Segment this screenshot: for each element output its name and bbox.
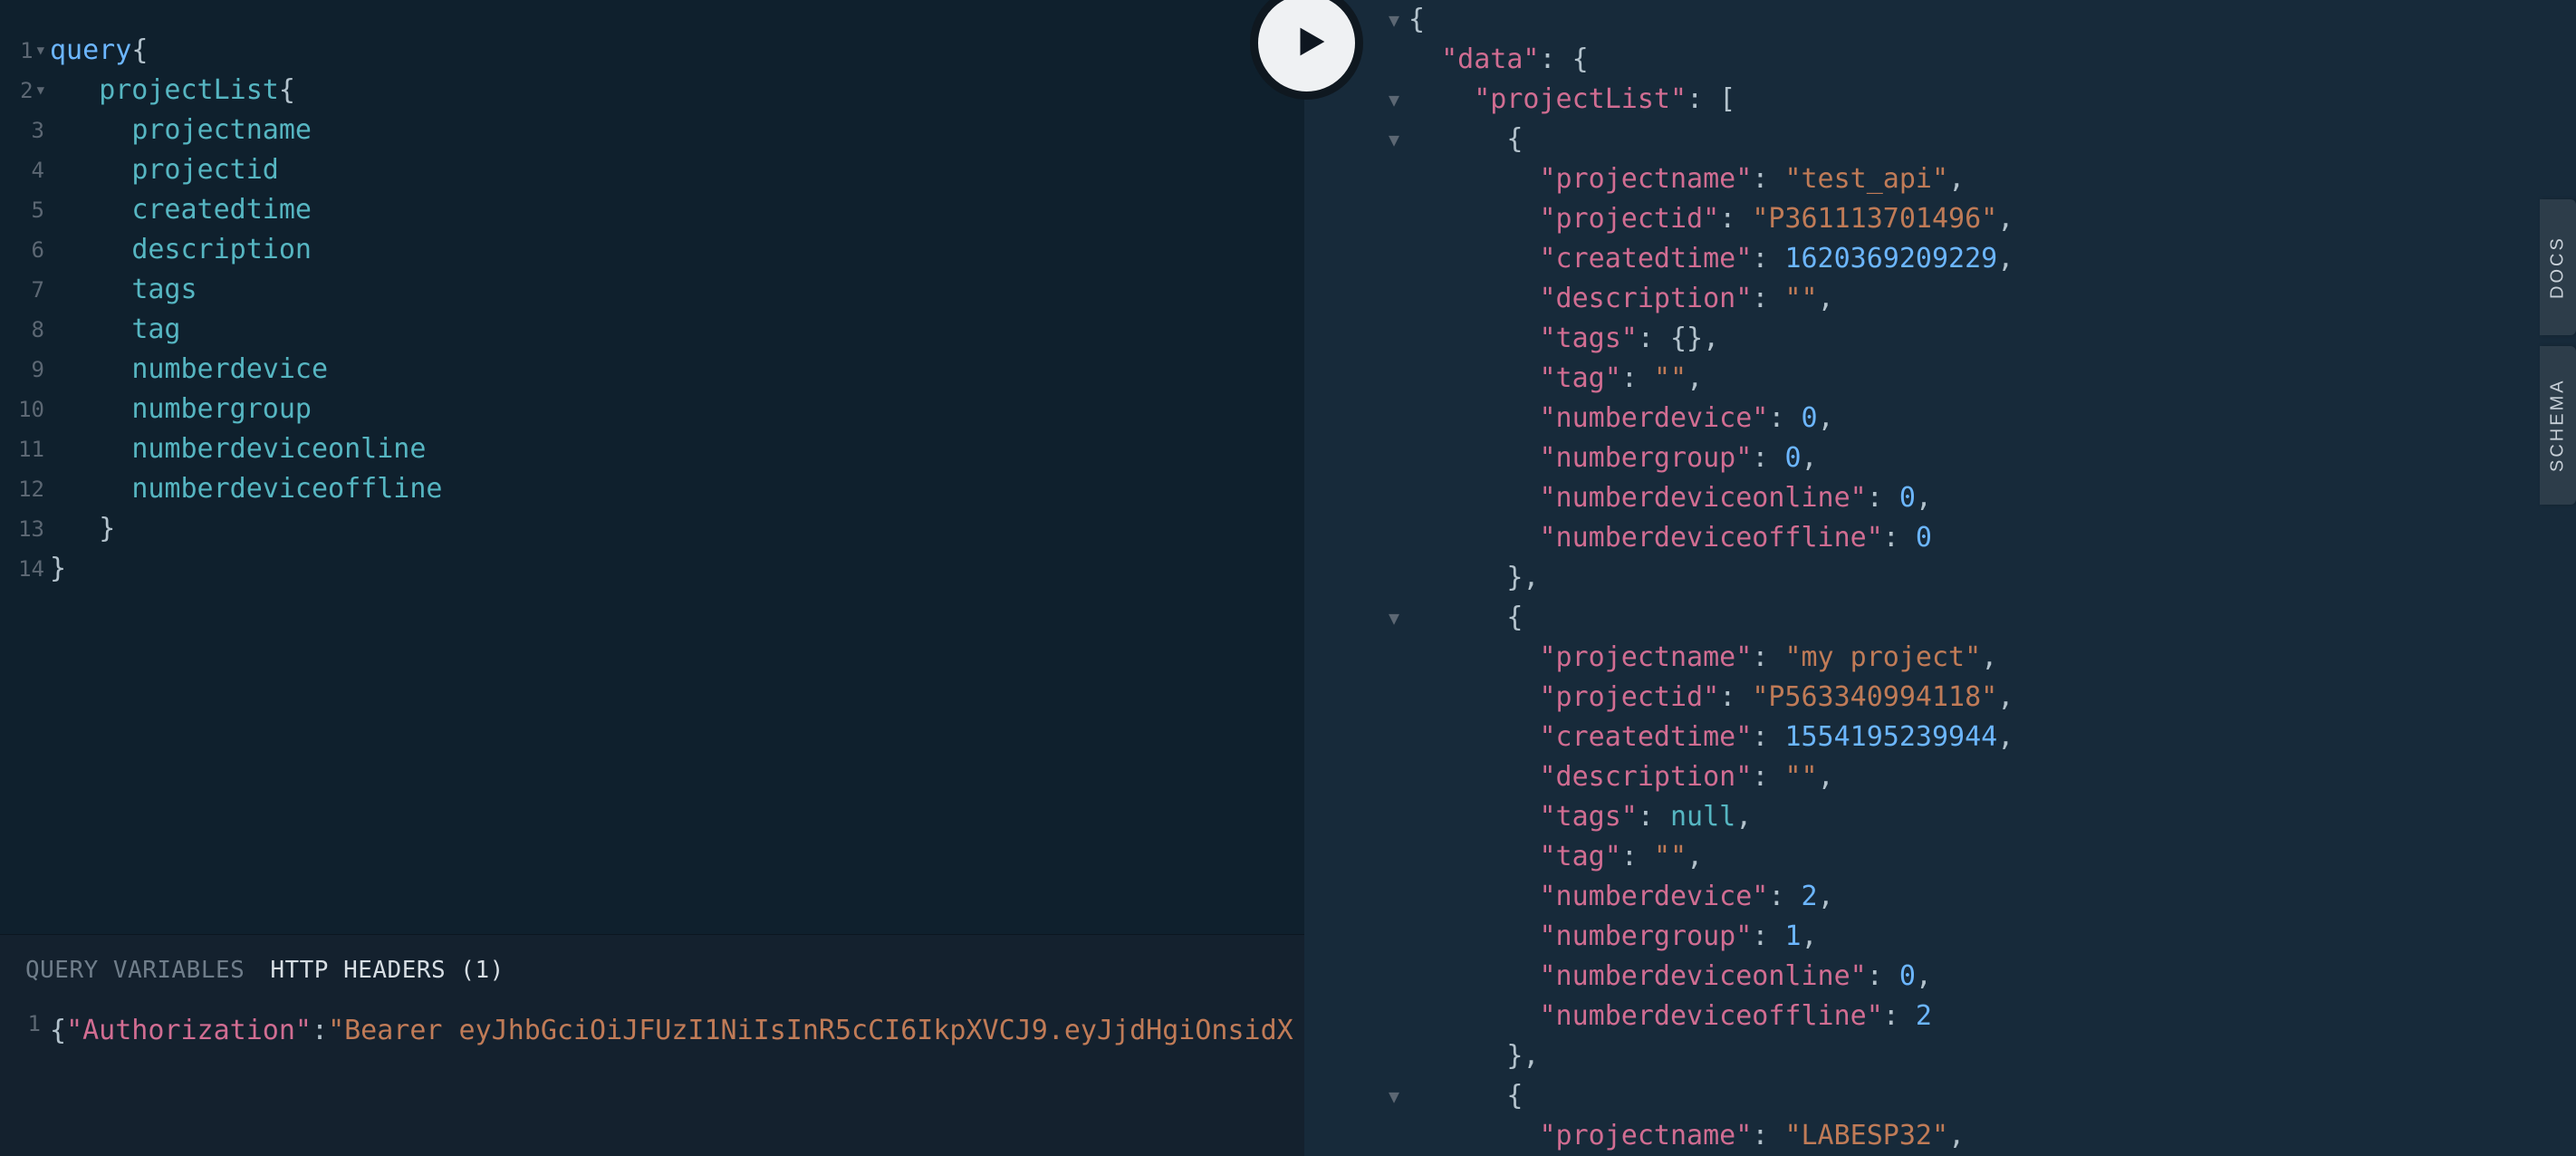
line-number: 4 [32, 150, 44, 190]
query-gutter: 1▼2▼34567891011121314 [0, 0, 50, 934]
headers-gutter: 1 [0, 1002, 50, 1156]
tab-query-variables[interactable]: QUERY VARIABLES [25, 957, 245, 984]
line-number: 12 [18, 469, 44, 509]
headers-editor[interactable]: 1 {"Authorization":"Bearer eyJhbGciOiJFU… [0, 1002, 1304, 1156]
result-gutter: ▼ ▼ ▼ ▼ ▼ [1304, 0, 1408, 1156]
line-number: 14 [18, 549, 44, 589]
fold-icon[interactable]: ▼ [1389, 129, 1399, 150]
line-number: 1▼ [20, 31, 44, 71]
variables-panel: QUERY VARIABLES HTTP HEADERS (1) 1 {"Aut… [0, 934, 1304, 1156]
line-number: 9 [32, 350, 44, 390]
fold-icon[interactable]: ▼ [1389, 1085, 1399, 1107]
headers-code[interactable]: {"Authorization":"Bearer eyJhbGciOiJFUzI… [50, 1002, 1293, 1156]
line-number: 10 [18, 390, 44, 429]
variables-tabs: QUERY VARIABLES HTTP HEADERS (1) [0, 935, 1304, 1002]
line-number: 3 [32, 111, 44, 150]
headers-line-number: 1 [28, 1011, 41, 1036]
line-number: 5 [32, 190, 44, 230]
fold-icon[interactable]: ▼ [1389, 9, 1399, 31]
query-pane: 1▼2▼34567891011121314 query{ projectList… [0, 0, 1304, 1156]
side-tabs: DOCS SCHEMA [2540, 199, 2576, 505]
fold-icon[interactable]: ▼ [37, 71, 44, 111]
fold-icon[interactable]: ▼ [37, 31, 44, 71]
line-number: 8 [32, 310, 44, 350]
result-code[interactable]: { "data": { "projectList": [ { "projectn… [1408, 0, 2014, 1156]
tab-http-headers[interactable]: HTTP HEADERS (1) [270, 957, 504, 984]
line-number: 6 [32, 230, 44, 270]
fold-icon[interactable]: ▼ [1389, 89, 1399, 111]
line-number: 11 [18, 429, 44, 469]
query-code[interactable]: query{ projectList{ projectname projecti… [50, 0, 442, 934]
line-number: 13 [18, 509, 44, 549]
line-number: 2▼ [20, 71, 44, 111]
result-pane: ▼ ▼ ▼ ▼ ▼ { "data": { "projectList": [ { "pr… [1304, 0, 2576, 1156]
docs-tab[interactable]: DOCS [2540, 199, 2576, 335]
play-icon [1283, 21, 1331, 66]
line-number: 7 [32, 270, 44, 310]
fold-icon[interactable]: ▼ [1389, 607, 1399, 629]
query-editor[interactable]: 1▼2▼34567891011121314 query{ projectList… [0, 0, 1304, 934]
schema-tab[interactable]: SCHEMA [2540, 346, 2576, 505]
